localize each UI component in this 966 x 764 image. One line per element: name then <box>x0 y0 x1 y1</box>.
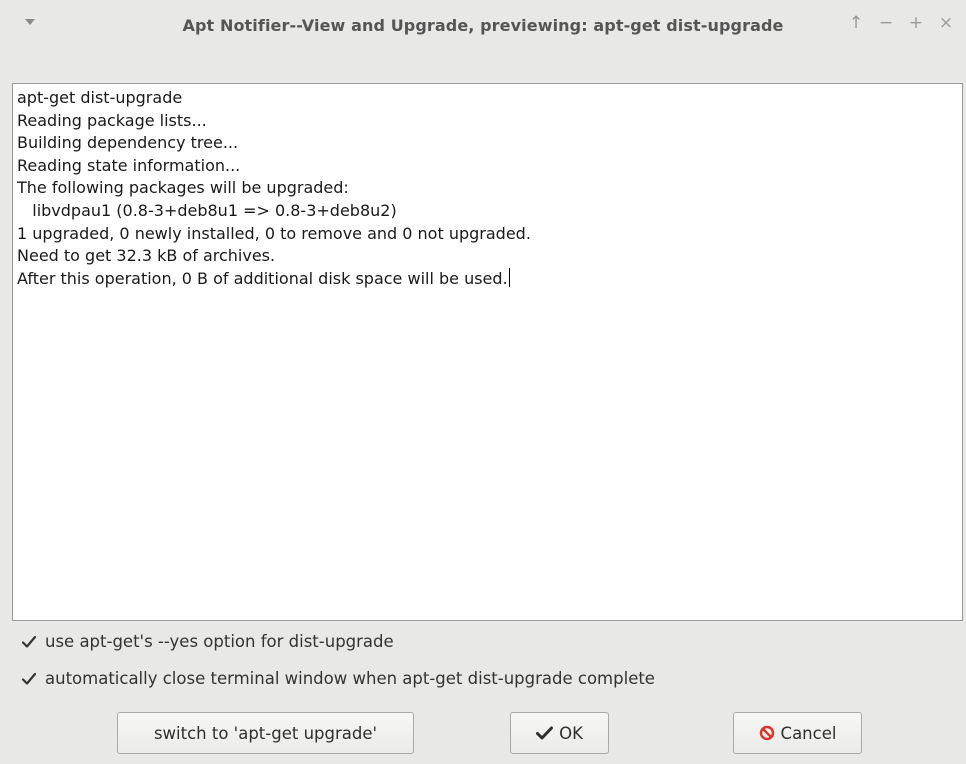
output-line: apt-get dist-upgrade <box>17 88 183 107</box>
output-line: Reading package lists... <box>17 110 207 130</box>
minimize-button[interactable]: − <box>878 14 894 32</box>
auto-close-checkbox-row[interactable]: automatically close terminal window when… <box>20 669 655 688</box>
shade-button[interactable]: ↑ <box>848 14 864 32</box>
checkbox-checked-icon[interactable] <box>20 633 37 650</box>
checkmark-icon <box>536 726 554 740</box>
output-text-area[interactable]: apt-get dist-upgrade Reading package lis… <box>12 83 963 621</box>
window-controls: ↑ − + × <box>848 14 954 32</box>
switch-upgrade-label: switch to 'apt-get upgrade' <box>153 723 378 743</box>
output-line: The following packages will be upgraded: <box>17 178 349 198</box>
output-line: Reading state information... <box>17 155 241 175</box>
window-title: Apt Notifier--View and Upgrade, previewi… <box>182 16 784 35</box>
ok-button[interactable]: OK <box>510 712 609 754</box>
output-line: libvdpau1 (0.8-3+deb8u1 => 0.8-3+deb8u2) <box>17 200 397 220</box>
ok-label: OK <box>559 723 583 743</box>
yes-option-label: use apt-get's --yes option for dist-upgr… <box>45 632 394 651</box>
yes-option-checkbox-row[interactable]: use apt-get's --yes option for dist-upgr… <box>20 632 394 651</box>
output-line: 1 upgraded, 0 newly installed, 0 to remo… <box>17 223 531 243</box>
output-line-text: After this operation, 0 B of additional … <box>17 268 508 288</box>
cancel-label: Cancel <box>780 723 837 743</box>
maximize-button[interactable]: + <box>908 14 924 32</box>
cancel-icon <box>759 725 775 741</box>
text-caret <box>508 267 510 287</box>
switch-upgrade-button[interactable]: switch to 'apt-get upgrade' <box>117 712 414 754</box>
output-line: Need to get 32.3 kB of archives. <box>17 246 276 266</box>
cancel-button[interactable]: Cancel <box>733 712 862 754</box>
checkbox-checked-icon[interactable] <box>20 670 37 687</box>
output-line-last: After this operation, 0 B of additional … <box>17 267 958 291</box>
auto-close-label: automatically close terminal window when… <box>45 669 655 688</box>
title-bar: Apt Notifier--View and Upgrade, previewi… <box>0 0 966 58</box>
close-button[interactable]: × <box>938 14 954 32</box>
output-line: Building dependency tree... <box>17 133 239 153</box>
